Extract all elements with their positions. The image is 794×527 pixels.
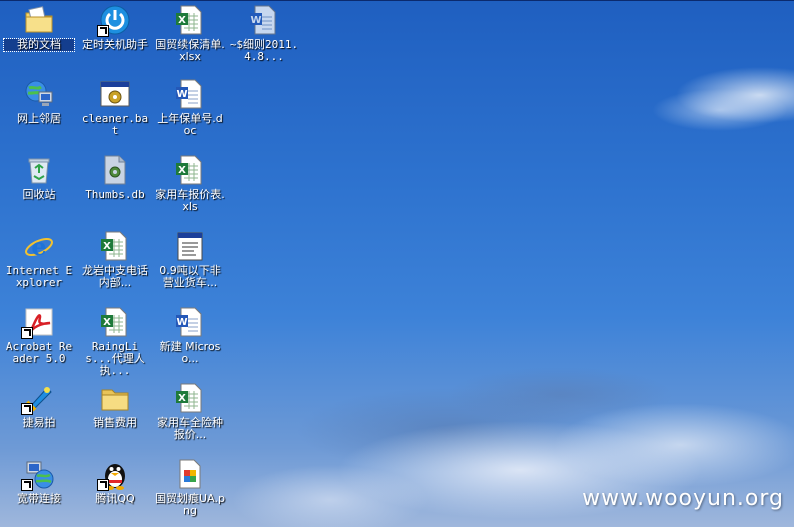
- svg-text:X: X: [178, 15, 186, 26]
- icon-label: 网上邻居: [17, 112, 61, 125]
- desktop-icon-jieyipai[interactable]: 捷易拍: [4, 382, 74, 429]
- icon-label: 销售费用: [93, 416, 137, 429]
- svg-text:W: W: [176, 317, 187, 328]
- desktop-icon-family-car-quote-xls[interactable]: X 家用车报价表.xls: [155, 154, 225, 213]
- excel-file-icon: X: [99, 230, 131, 262]
- icon-label: 回收站: [22, 188, 56, 201]
- svg-text:X: X: [103, 241, 111, 252]
- network-icon: [23, 78, 55, 110]
- image-file-icon: [174, 458, 206, 490]
- svg-text:X: X: [178, 165, 186, 176]
- shortcut-arrow-icon: [97, 25, 109, 37]
- internet-explorer-icon: e: [23, 230, 55, 262]
- folder-icon: [99, 382, 131, 414]
- desktop-icon-broadband[interactable]: 宽带连接: [4, 458, 74, 505]
- icon-label: 龙岩中支电话内部...: [82, 264, 148, 289]
- svg-text:W: W: [250, 15, 261, 26]
- acrobat-icon: [21, 306, 55, 339]
- shortcut-arrow-icon: [97, 479, 109, 491]
- icon-label: Internet Explorer: [5, 264, 73, 289]
- camera-app-icon: [21, 382, 55, 415]
- icon-label: 我的文档: [3, 38, 75, 52]
- top-edge: [0, 0, 794, 1]
- icon-label: 国贸续保清单.xlsx: [155, 38, 225, 63]
- icon-label: RaingLis...代理人执...: [85, 340, 145, 377]
- desktop-icon-full-coverage-quote[interactable]: X 家用车全险种报价...: [155, 382, 225, 441]
- qq-penguin-icon: [97, 458, 131, 491]
- desktop-icon-internet-explorer[interactable]: e Internet Explorer: [4, 230, 74, 289]
- icon-label: 定时关机助手: [82, 38, 148, 51]
- desktop-icon-light-truck-doc[interactable]: 0.9吨以下非营业货车...: [155, 230, 225, 289]
- icon-label: 新建 Microso...: [159, 340, 221, 365]
- desktop-icon-shutdown-helper[interactable]: 定时关机助手: [80, 4, 150, 51]
- desktop-icon-last-year-policy-doc[interactable]: W 上年保单号.doc: [155, 78, 225, 137]
- svg-text:X: X: [103, 317, 111, 328]
- broadband-icon: [21, 458, 55, 491]
- text-file-icon: [174, 230, 206, 262]
- icon-label: 上年保单号.doc: [157, 112, 223, 137]
- desktop-icon-recycle-bin[interactable]: 回收站: [4, 154, 74, 201]
- desktop-icon-sales-expenses-folder[interactable]: 销售费用: [80, 382, 150, 429]
- excel-file-icon: X: [99, 306, 131, 338]
- watermark-text: www.wooyun.org: [582, 486, 784, 511]
- shortcut-arrow-icon: [21, 327, 33, 339]
- icon-label: 宽带连接: [17, 492, 61, 505]
- desktop-icon-my-documents[interactable]: 我的文档: [3, 4, 75, 52]
- shortcut-arrow-icon: [21, 479, 33, 491]
- desktop-icon-new-microsoft-doc[interactable]: W 新建 Microso...: [155, 306, 225, 365]
- icon-label: 捷易拍: [22, 416, 56, 429]
- word-file-icon: W: [174, 78, 206, 110]
- svg-text:X: X: [178, 393, 186, 404]
- power-icon: [97, 4, 131, 37]
- icon-label: 腾讯QQ: [95, 492, 135, 505]
- desktop-icon-network-neighborhood[interactable]: 网上邻居: [4, 78, 74, 125]
- icon-label: Thumbs.db: [85, 188, 145, 201]
- word-file-icon: W: [174, 306, 206, 338]
- icon-label: 0.9吨以下非营业货车...: [159, 264, 221, 289]
- icon-label: 国贸划痕UA.png: [155, 492, 225, 517]
- icon-label: 家用车全险种报价...: [157, 416, 223, 441]
- icon-label: cleaner.bat: [81, 112, 149, 137]
- excel-file-icon: X: [174, 382, 206, 414]
- svg-text:W: W: [176, 89, 187, 100]
- desktop-icon-thumbs-db[interactable]: Thumbs.db: [80, 154, 150, 201]
- desktop-icon-acrobat-reader[interactable]: Acrobat Reader 5.0: [4, 306, 74, 365]
- svg-text:e: e: [31, 232, 46, 261]
- desktop-icon-cleaner-bat[interactable]: cleaner.bat: [80, 78, 150, 137]
- desktop-icon-temp-rules-doc[interactable]: W ~$细则2011.4.8...: [229, 4, 299, 63]
- shortcut-arrow-icon: [21, 403, 33, 415]
- excel-file-icon: X: [174, 154, 206, 186]
- batch-file-icon: [99, 78, 131, 110]
- desktop-icon-rainglist[interactable]: X RaingLis...代理人执...: [80, 306, 150, 377]
- excel-file-icon: X: [174, 4, 206, 36]
- word-file-icon: W: [248, 4, 280, 36]
- desktop-icon-renewal-list-xlsx[interactable]: X 国贸续保清单.xlsx: [155, 4, 225, 63]
- system-file-icon: [99, 154, 131, 186]
- desktop-icon-longyan-phone-list[interactable]: X 龙岩中支电话内部...: [80, 230, 150, 289]
- desktop-icon-scratch-png[interactable]: 国贸划痕UA.png: [155, 458, 225, 517]
- icon-label: Acrobat Reader 5.0: [5, 340, 73, 365]
- my-documents-icon: [23, 4, 55, 36]
- desktop-icon-tencent-qq[interactable]: 腾讯QQ: [80, 458, 150, 505]
- icon-label: 家用车报价表.xls: [155, 188, 225, 213]
- recycle-bin-icon: [23, 154, 55, 186]
- icon-label: ~$细则2011.4.8...: [229, 38, 299, 63]
